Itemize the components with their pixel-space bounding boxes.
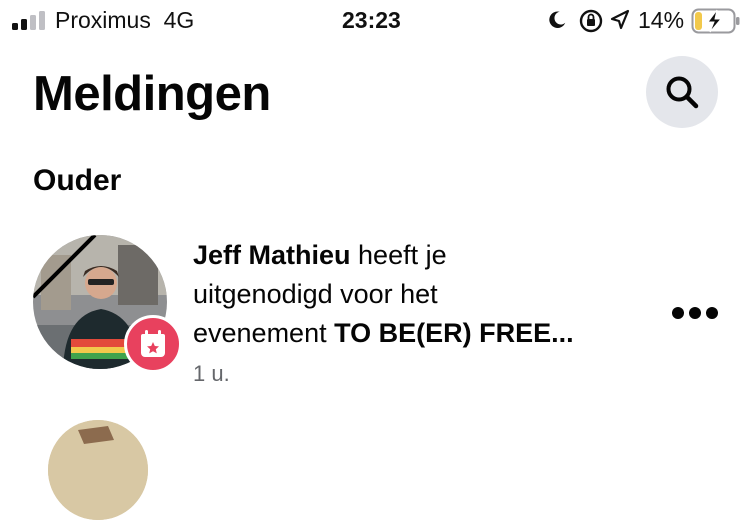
carrier-name: Proximus 4G xyxy=(55,7,195,33)
battery-percentage: 14% xyxy=(638,7,685,33)
status-bar: Proximus 4G 23:23 14% xyxy=(0,0,750,44)
more-options-button[interactable] xyxy=(670,304,720,324)
notification-time: 1 u. xyxy=(193,361,230,386)
actor-name: Jeff Mathieu xyxy=(193,240,351,270)
status-time: 23:23 xyxy=(342,7,401,33)
battery-charging-icon xyxy=(691,8,740,34)
location-arrow-icon xyxy=(610,9,630,30)
section-heading: Ouder xyxy=(33,164,122,197)
orientation-lock-icon xyxy=(579,9,603,33)
event-calendar-icon xyxy=(141,330,165,357)
notification-item[interactable]: Jeff Mathieu heeft je uitgenodigd voor h… xyxy=(0,218,750,396)
notification-text: Jeff Mathieu heeft je uitgenodigd voor h… xyxy=(193,240,574,348)
do-not-disturb-moon-icon xyxy=(549,11,566,28)
search-button[interactable] xyxy=(646,56,718,128)
next-notification-avatar xyxy=(48,420,148,520)
page-title: Meldingen xyxy=(33,67,271,121)
signal-strength-icon xyxy=(12,8,48,30)
event-name: TO BE(ER) FREE... xyxy=(334,318,574,348)
network-type: 4G xyxy=(163,7,195,33)
event-badge xyxy=(124,315,182,373)
search-icon xyxy=(666,76,699,109)
